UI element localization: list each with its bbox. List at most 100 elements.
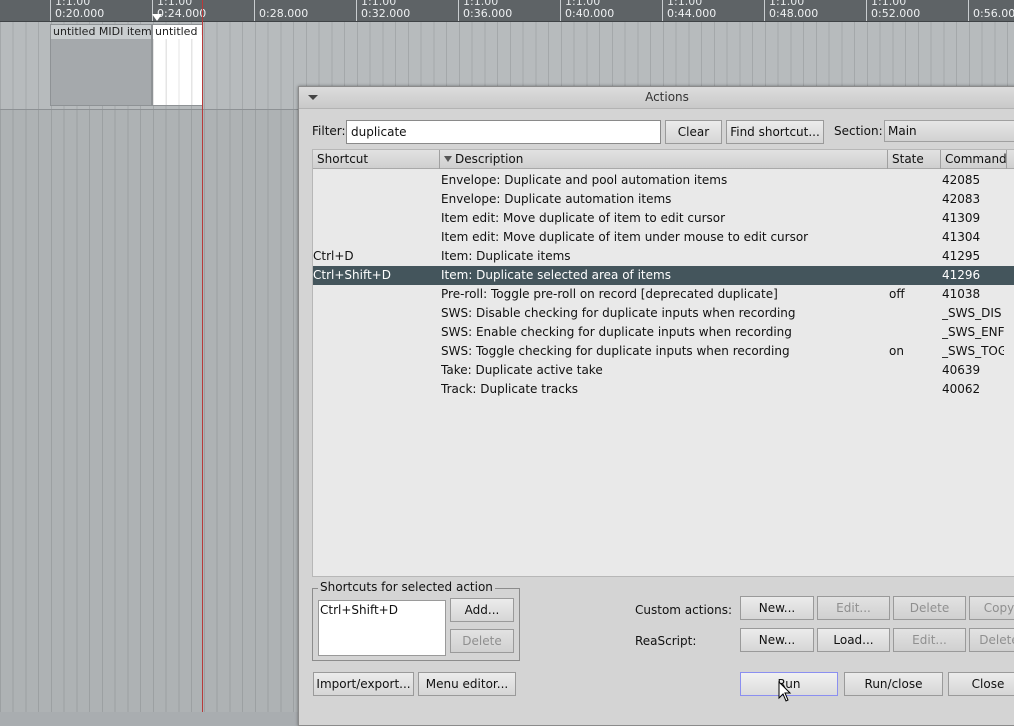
action-row[interactable]: Item edit: Move duplicate of item to edi… <box>313 209 1014 228</box>
ruler-time-label: 0:28.000 <box>259 7 309 20</box>
dialog-title: Actions <box>645 90 689 104</box>
ruler-time-label: 0:40.000 <box>565 7 615 20</box>
edit-cursor <box>202 0 203 712</box>
action-description-cell: Take: Duplicate active take <box>441 363 603 377</box>
section-label: Section: <box>834 124 883 138</box>
action-description-cell: Envelope: Duplicate automation items <box>441 192 672 206</box>
ruler-time-label: 0:32.000 <box>361 7 411 20</box>
ruler-time-label: 0:24.000 <box>157 7 207 20</box>
column-header-state[interactable]: State <box>888 150 941 169</box>
action-shortcut-cell: Ctrl+Shift+D <box>313 268 391 282</box>
reascript-edit-button[interactable]: Edit... <box>893 628 966 652</box>
import-export-button[interactable]: Import/export... <box>313 672 414 696</box>
reascript-load-button[interactable]: Load... <box>817 628 890 652</box>
close-button[interactable]: Close <box>948 672 1014 696</box>
midi-item[interactable]: untitled MIDI item <box>50 24 152 106</box>
action-row[interactable]: SWS: Enable checking for duplicate input… <box>313 323 1014 342</box>
add-shortcut-button[interactable]: Add... <box>450 598 514 622</box>
ruler-time-label: 0:48.000 <box>769 7 819 20</box>
find-shortcut-button[interactable]: Find shortcut... <box>726 120 824 144</box>
action-description-cell: SWS: Toggle checking for duplicate input… <box>441 344 790 358</box>
clear-button[interactable]: Clear <box>665 120 722 144</box>
action-command-cell: 41038 <box>942 287 981 301</box>
action-command-cell: _SWS_TOG <box>942 344 1004 358</box>
column-header-shortcut[interactable]: Shortcut <box>313 150 440 169</box>
action-command-cell: 41304 <box>942 230 981 244</box>
reascript-label: ReaScript: <box>635 634 697 648</box>
shortcut-list-item[interactable]: Ctrl+Shift+D <box>320 603 444 617</box>
ruler-tick: 1:1.00 0:36.000 <box>458 0 513 21</box>
actions-list[interactable]: Shortcut Description State Command Envel… <box>312 149 1014 577</box>
shortcut-list[interactable]: Ctrl+Shift+D <box>318 600 446 656</box>
ruler-time-label: 0:20.000 <box>55 7 105 20</box>
sort-descending-icon <box>444 156 452 162</box>
delete-shortcut-button[interactable]: Delete <box>450 629 514 653</box>
custom-action-copy-button[interactable]: Copy <box>969 596 1014 620</box>
ruler-tick: 1:1.00 0:32.000 <box>356 0 411 21</box>
action-row[interactable]: Envelope: Duplicate and pool automation … <box>313 171 1014 190</box>
action-row[interactable]: SWS: Disable checking for duplicate inpu… <box>313 304 1014 323</box>
section-select[interactable]: Main <box>884 120 1014 142</box>
midi-item-name: untitled MIDI item <box>51 25 151 39</box>
action-command-cell: 41295 <box>942 249 981 263</box>
dialog-titlebar[interactable]: Actions <box>299 87 1014 109</box>
custom-action-edit-button[interactable]: Edit... <box>817 596 890 620</box>
column-header-command[interactable]: Command <box>941 150 1007 169</box>
action-state-cell: off <box>889 287 905 301</box>
mouse-pointer-icon <box>778 681 792 702</box>
ruler-tick: 0:28.000 <box>254 0 309 21</box>
column-header-description[interactable]: Description <box>440 150 888 169</box>
action-row[interactable]: Envelope: Duplicate automation items 4208… <box>313 190 1014 209</box>
play-cursor-marker-icon[interactable] <box>152 14 162 21</box>
action-row-selected[interactable]: Ctrl+Shift+D Item: Duplicate selected are… <box>313 266 1014 285</box>
action-command-cell: 42085 <box>942 173 981 187</box>
reascript-new-button[interactable]: New... <box>740 628 814 652</box>
list-header: Shortcut Description State Command <box>313 150 1014 169</box>
action-row[interactable]: Track: Duplicate tracks 40062 <box>313 380 1014 399</box>
action-description-cell: Item edit: Move duplicate of item under … <box>441 230 809 244</box>
ruler-tick: 1:1.00 0:48.000 <box>764 0 819 21</box>
menu-editor-button[interactable]: Menu editor... <box>418 672 516 696</box>
action-command-cell: 40639 <box>942 363 981 377</box>
action-row[interactable]: Ctrl+D Item: Duplicate items 41295 <box>313 247 1014 266</box>
action-state-cell: on <box>889 344 904 358</box>
action-description-cell: SWS: Enable checking for duplicate input… <box>441 325 792 339</box>
ruler-tick: 1:1.00 0:44.000 <box>662 0 717 21</box>
action-row[interactable]: Take: Duplicate active take 40639 <box>313 361 1014 380</box>
shortcuts-group-label: Shortcuts for selected action <box>318 580 495 594</box>
ruler-time-label: 0:44.000 <box>667 7 717 20</box>
ruler-time-label: 0:36.000 <box>463 7 513 20</box>
ruler-time-label: 0:56.00 <box>973 7 1014 20</box>
action-shortcut-cell: Ctrl+D <box>313 249 354 263</box>
actions-dialog: Actions Filter: Clear Find shortcut... S… <box>298 86 1014 726</box>
action-row[interactable]: Item edit: Move duplicate of item under … <box>313 228 1014 247</box>
reascript-delete-button[interactable]: Delete <box>969 628 1014 652</box>
action-description-cell: Pre-roll: Toggle pre-roll on record [dep… <box>441 287 778 301</box>
action-command-cell: 41296 <box>942 268 981 282</box>
action-description-cell: Item: Duplicate items <box>441 249 571 263</box>
action-description-cell: Track: Duplicate tracks <box>441 382 579 396</box>
action-description-cell: Item edit: Move duplicate of item to edi… <box>441 211 726 225</box>
action-command-cell: _SWS_ENF <box>942 325 1004 339</box>
shortcuts-group: Shortcuts for selected action Ctrl+Shift… <box>312 580 520 661</box>
action-command-cell: 41309 <box>942 211 981 225</box>
action-row[interactable]: Pre-roll: Toggle pre-roll on record [dep… <box>313 285 1014 304</box>
ruler-tick: 1:1.00 0:20.000 <box>50 0 105 21</box>
action-description-cell: Envelope: Duplicate and pool automation … <box>441 173 728 187</box>
custom-action-new-button[interactable]: New... <box>740 596 814 620</box>
action-row[interactable]: SWS: Toggle checking for duplicate input… <box>313 342 1014 361</box>
ruler-tick: 1:1.00 0:40.000 <box>560 0 615 21</box>
action-command-cell: 42083 <box>942 192 981 206</box>
ruler-tick: 0:56.00 <box>968 0 1014 21</box>
midi-item-name: untitled MIDI item <box>153 25 202 39</box>
action-command-cell: 40062 <box>942 382 981 396</box>
custom-action-delete-button[interactable]: Delete <box>893 596 966 620</box>
action-description-cell: Item: Duplicate selected area of items <box>441 268 671 282</box>
filter-input[interactable] <box>346 120 661 144</box>
run-close-button[interactable]: Run/close <box>844 672 943 696</box>
ruler-tick: 1:1.00 0:52.000 <box>866 0 921 21</box>
filter-label: Filter: <box>312 124 346 138</box>
custom-actions-label: Custom actions: <box>635 603 733 617</box>
midi-item-selected[interactable]: untitled MIDI item <box>152 24 203 106</box>
ruler-time-label: 0:52.000 <box>871 7 921 20</box>
